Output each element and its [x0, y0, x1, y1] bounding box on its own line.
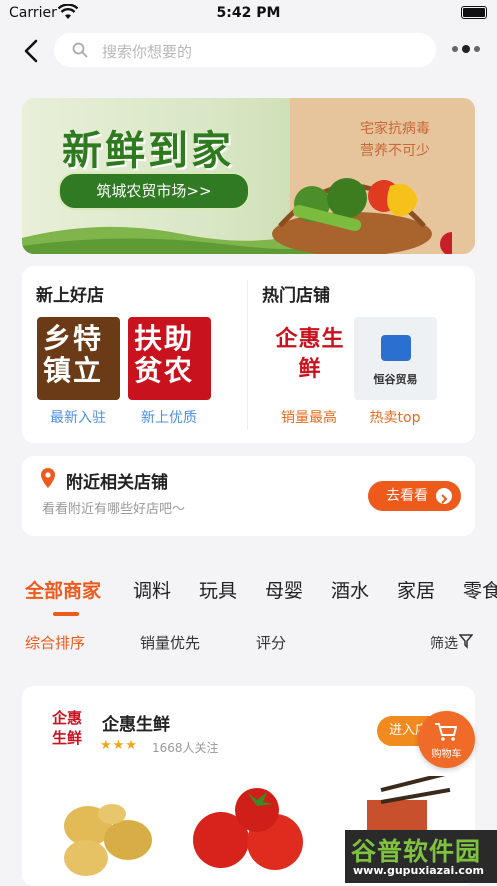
shop-recommendations-card: 新上好店 热门店铺 乡特镇立 最新入驻 扶助贫农 新上优质 企惠生鲜 销量最高 …	[22, 266, 475, 443]
hot-shop-caption[interactable]: 销量最高	[259, 407, 359, 427]
new-shop-thumbnail[interactable]: 乡特镇立	[37, 317, 120, 400]
new-shop-caption[interactable]: 新上优质	[119, 407, 219, 427]
filter-icon[interactable]	[459, 633, 473, 649]
location-pin-icon	[41, 468, 55, 488]
go-look-button[interactable]: 去看看	[368, 481, 461, 511]
hot-shops-title: 热门店铺	[262, 286, 330, 306]
potato-icon	[64, 804, 152, 876]
shop-logo-text: 扶助贫农	[134, 322, 195, 387]
banner-market-button[interactable]: 筑城农贸市场>>	[58, 172, 250, 210]
promo-banner[interactable]: 新鲜到家 筑城农贸市场>> 宅家抗病毒 营养不可少	[22, 98, 475, 254]
go-look-label: 去看看	[386, 488, 428, 504]
active-tab-indicator	[53, 612, 79, 616]
more-menu-icon[interactable]	[452, 45, 482, 54]
cart-icon	[435, 723, 457, 741]
tab-snacks[interactable]: 零食	[463, 576, 497, 603]
new-shop-thumbnail[interactable]: 扶助贫农	[128, 317, 211, 400]
product-tomato-image[interactable]	[187, 776, 311, 883]
follower-count: 1668人关注	[152, 741, 219, 755]
watermark-logo: 谷普软件园 www.gupuxiazai.com	[345, 830, 497, 883]
search-placeholder: 搜索你想要的	[102, 43, 193, 61]
sort-comprehensive[interactable]: 综合排序	[25, 632, 85, 653]
sort-rating[interactable]: 评分	[256, 632, 286, 653]
divider	[247, 280, 248, 430]
nearby-shops-card[interactable]: 附近相关店铺 看看附近有哪些好店吧～ 去看看	[22, 456, 475, 536]
tab-home[interactable]: 家居	[397, 576, 435, 603]
nearby-title: 附近相关店铺	[66, 473, 168, 493]
tab-all-merchants[interactable]: 全部商家	[25, 576, 101, 603]
merchant-name: 企惠生鲜	[102, 715, 170, 735]
vegetable-basket-image	[272, 178, 452, 254]
tomato-icon	[193, 788, 303, 870]
search-input[interactable]: 搜索你想要的	[54, 33, 436, 67]
clock: 5:42 PM	[216, 5, 281, 21]
hot-shop-thumbnail[interactable]: 恒谷贸易	[354, 317, 437, 400]
banner-slogan: 宅家抗病毒	[360, 121, 430, 137]
hot-shop-thumbnail[interactable]: 企惠生鲜	[268, 317, 351, 400]
cart-label: 购物车	[431, 749, 462, 760]
watermark-url: www.gupuxiazai.com	[353, 864, 484, 877]
shopping-cart-button[interactable]: 购物车	[418, 711, 475, 768]
sort-sales[interactable]: 销量优先	[140, 632, 200, 653]
hengu-logo-icon	[381, 335, 411, 361]
search-icon	[72, 42, 88, 58]
tab-maternity[interactable]: 母婴	[265, 576, 303, 603]
shop-logo-text: 乡特镇立	[43, 322, 104, 387]
battery-icon	[461, 6, 487, 19]
new-shop-caption[interactable]: 最新入驻	[28, 407, 128, 427]
tab-drinks[interactable]: 酒水	[331, 576, 369, 603]
product-potato-image[interactable]	[42, 776, 166, 883]
merchant-logo: 企惠生鲜	[51, 709, 82, 747]
shop-logo-text: 恒谷贸易	[373, 373, 418, 386]
nearby-subtitle: 看看附近有哪些好店吧～	[42, 502, 186, 517]
hot-shop-caption[interactable]: 热卖top	[345, 407, 445, 427]
new-shops-title: 新上好店	[36, 286, 104, 306]
tab-seasoning[interactable]: 调料	[133, 576, 171, 603]
rating-stars: ★★★	[100, 738, 138, 753]
filter-label[interactable]: 筛选	[430, 633, 458, 653]
shop-logo-text: 企惠生鲜	[275, 327, 345, 382]
tab-toys[interactable]: 玩具	[199, 576, 237, 603]
arrow-right-icon	[436, 488, 452, 504]
watermark-name: 谷普软件园	[351, 837, 482, 866]
back-arrow-icon[interactable]	[20, 38, 44, 64]
status-bar: Carrier 5:42 PM	[0, 0, 497, 26]
banner-title: 新鲜到家	[62, 128, 234, 174]
